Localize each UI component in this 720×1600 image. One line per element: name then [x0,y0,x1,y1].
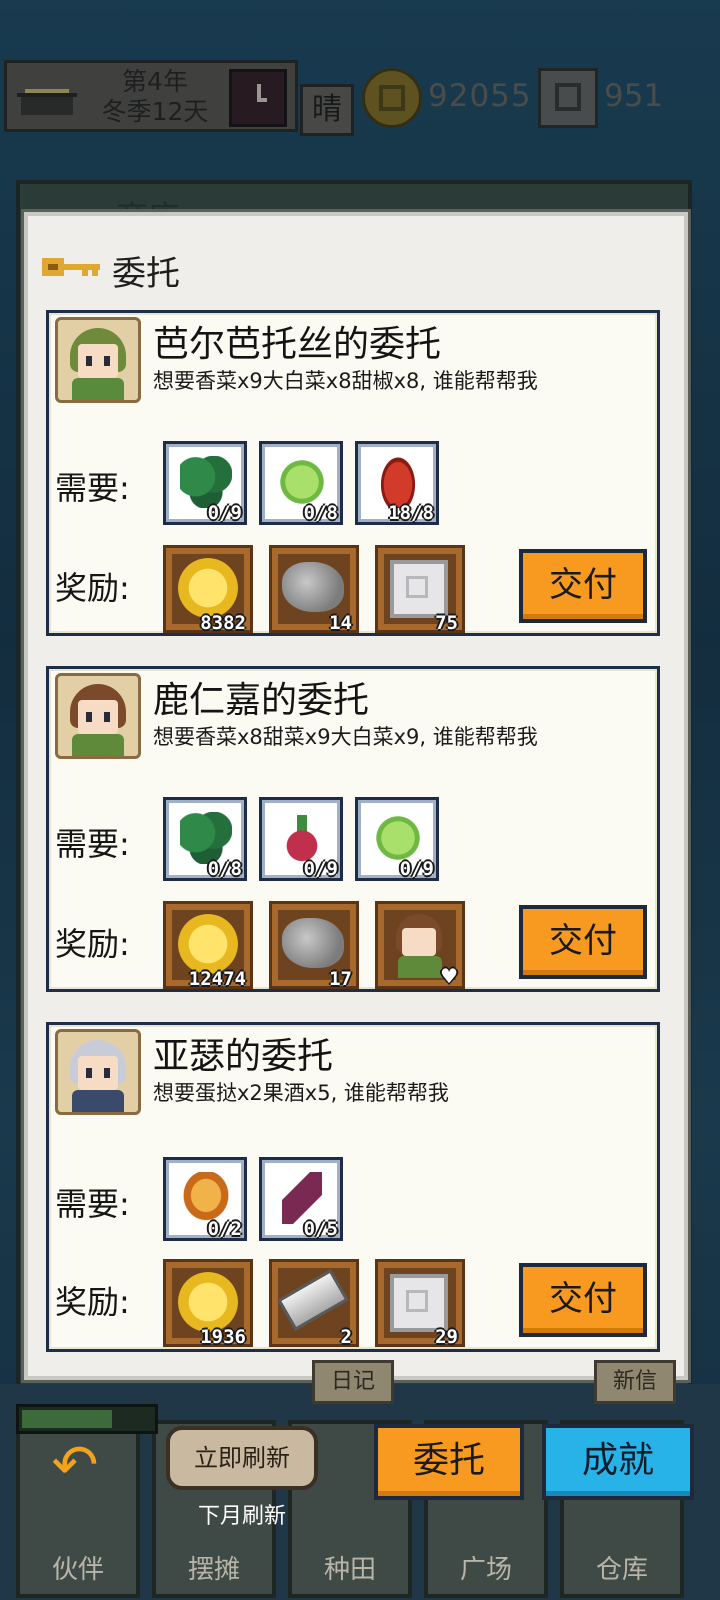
need-slot[interactable]: 0/9 [163,441,247,525]
new-letter-button[interactable]: 新信 [594,1360,677,1404]
egg-tart-icon [180,1172,232,1224]
stone-ore-icon [282,918,344,968]
need-count: 0/8 [303,502,338,524]
reward-count: 12474 [188,968,246,990]
need-count: 18/8 [388,502,434,524]
commission-description: 想要蛋挞x2果酒x5, 谁能帮帮我 [153,1081,449,1105]
bell-pepper-icon [380,456,416,508]
need-slot[interactable]: 0/5 [259,1157,343,1241]
need-count: 0/5 [303,1218,338,1240]
dialog-title: 委托 [112,254,180,294]
reward-count: 14 [329,612,352,634]
need-slot[interactable]: 0/9 [259,797,343,881]
achievement-tab-button[interactable]: 成就 [542,1424,694,1500]
tab-label: 伙伴 [51,1555,104,1585]
key-icon [42,258,100,276]
deliver-button[interactable]: 交付 [519,905,647,979]
tab-label: 仓库 [595,1555,648,1585]
need-count: 0/8 [207,858,242,880]
beet-icon [282,812,322,864]
needs-label: 需要: [55,825,130,863]
need-slot[interactable]: 0/9 [355,797,439,881]
rewards-label: 奖励: [55,925,130,963]
refresh-note: 下月刷新 [197,1504,286,1529]
diary-button[interactable]: 日记 [312,1360,395,1404]
commission-description: 想要香菜x8甜菜x9大白菜x9, 谁能帮帮我 [153,725,538,749]
reward-slot[interactable]: 17 [269,901,359,990]
reward-count: 8382 [200,612,246,634]
need-slot[interactable]: 18/8 [355,441,439,525]
reward-count: 2 [340,1326,352,1348]
fruit-wine-icon [282,1172,322,1224]
stone-ore-icon [282,562,344,612]
heart-icon: ♥ [440,964,458,988]
gold-coin-icon [178,1272,238,1332]
tab-label: 摆摊 [187,1555,240,1585]
need-count: 0/9 [207,502,242,524]
reward-slot[interactable]: 8382 [163,545,253,634]
need-count: 0/9 [303,858,338,880]
commission-card: 芭尔芭托丝的委托 想要香菜x9大白菜x8甜椒x8, 谁能帮帮我 需要: 0/9 … [46,310,660,636]
tab-label: 广场 [459,1555,512,1585]
rewards-label: 奖励: [55,1283,130,1321]
refresh-now-button[interactable]: 立即刷新 [166,1426,318,1490]
commission-title: 亚瑟的委托 [153,1036,334,1077]
commission-title: 芭尔芭托丝的委托 [153,324,442,365]
reward-slot[interactable]: 75 [375,545,465,634]
rewards-label: 奖励: [55,569,130,607]
deliver-button[interactable]: 交付 [519,549,647,623]
reward-slot[interactable]: 1936 [163,1259,253,1348]
progress-bar [16,1404,158,1434]
reward-slot[interactable]: 14 [269,545,359,634]
need-slot[interactable]: 0/8 [259,441,343,525]
need-slot[interactable]: 0/8 [163,797,247,881]
silver-gem-icon [390,1274,448,1332]
deliver-button[interactable]: 交付 [519,1263,647,1337]
needs-label: 需要: [55,1185,130,1223]
reward-slot[interactable]: 12474 [163,901,253,990]
npc-portrait-arthur [55,1029,141,1115]
commission-description: 想要香菜x9大白菜x8甜椒x8, 谁能帮帮我 [153,369,538,393]
reward-count: 1936 [200,1326,246,1348]
npc-portrait-barbatos [55,317,141,403]
coriander-icon [180,456,232,508]
commission-tab-button[interactable]: 委托 [374,1424,524,1500]
commission-title: 鹿仁嘉的委托 [153,680,370,721]
back-arrow-icon[interactable]: ↶ [40,1436,110,1496]
reward-count: 17 [329,968,352,990]
cabbage-icon [276,456,328,508]
npc-portrait-lurenjia [55,673,141,759]
gold-coin-icon [178,914,238,974]
coriander-icon [180,812,232,864]
cabbage-icon [372,812,424,864]
silver-gem-icon [390,560,448,618]
need-count: 0/9 [399,858,434,880]
reward-slot[interactable]: ♥ [375,901,465,989]
need-slot[interactable]: 0/2 [163,1157,247,1241]
reward-slot[interactable]: 2 [269,1259,359,1348]
need-count: 0/2 [207,1218,242,1240]
commission-card: 鹿仁嘉的委托 想要香菜x8甜菜x9大白菜x9, 谁能帮帮我 需要: 0/8 0/… [46,666,660,992]
commission-card: 亚瑟的委托 想要蛋挞x2果酒x5, 谁能帮帮我 需要: 0/2 0/5 奖励: … [46,1022,660,1352]
reward-count: 75 [435,612,458,634]
tab-label: 种田 [323,1555,376,1585]
reward-slot[interactable]: 29 [375,1259,465,1348]
gold-coin-icon [178,558,238,618]
needs-label: 需要: [55,469,130,507]
reward-count: 29 [435,1326,458,1348]
